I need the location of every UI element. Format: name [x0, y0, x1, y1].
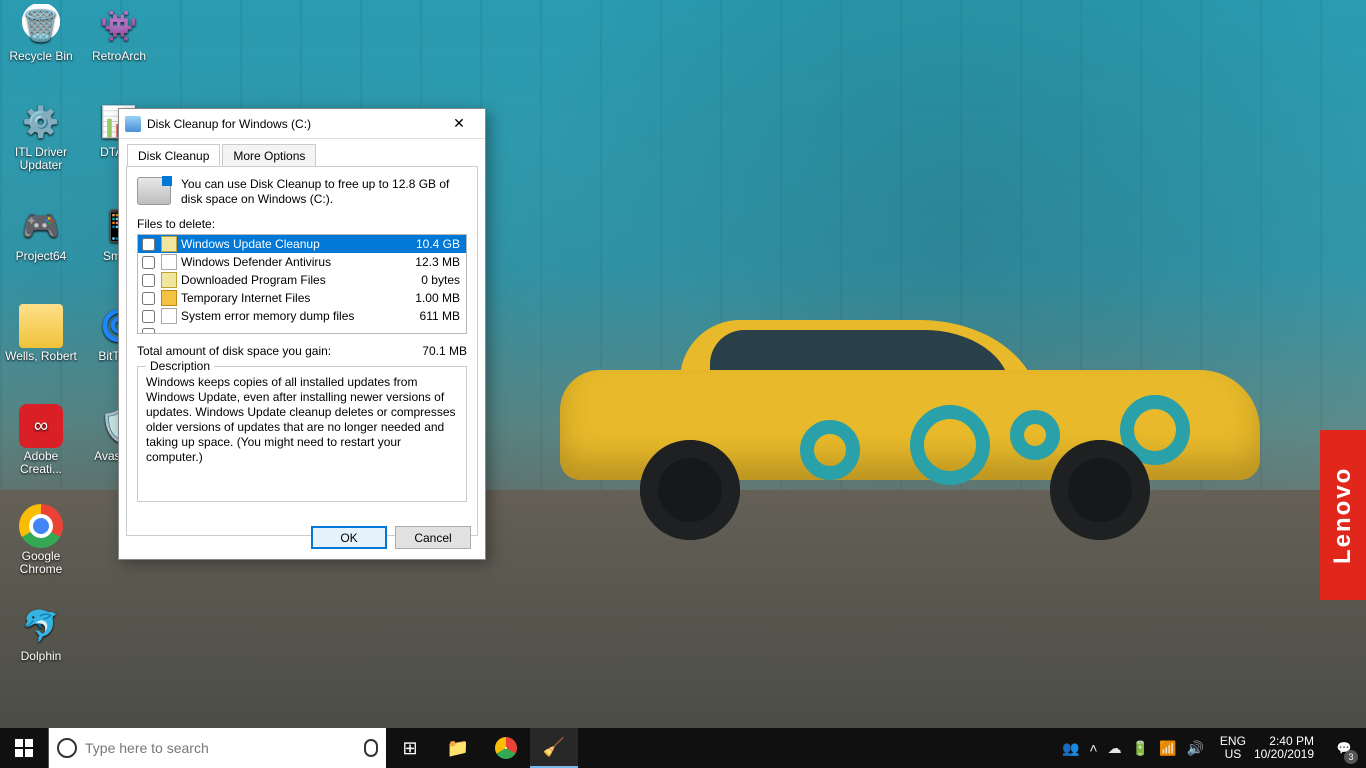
notification-count: 3	[1344, 750, 1358, 764]
volume-icon[interactable]: 🔊	[1186, 740, 1203, 757]
search-placeholder: Type here to search	[85, 740, 356, 756]
cortana-icon	[57, 738, 77, 758]
taskbar-app-file-explorer[interactable]: 📁	[434, 728, 482, 768]
drive-icon	[137, 177, 171, 205]
desktop-icon-wells-robert[interactable]: Wells, Robert	[4, 304, 78, 363]
system-tray[interactable]: 👥 ˄ ☁ 🔋 📶 🔊	[1054, 728, 1212, 768]
desktop-icon-google-chrome[interactable]: Google Chrome	[4, 504, 78, 576]
taskbar[interactable]: Type here to search ⊞ 📁 🧹 👥 ˄ ☁ 🔋 📶 🔊 EN…	[0, 728, 1366, 768]
disk-cleanup-dialog[interactable]: Disk Cleanup for Windows (C:) ✕ Disk Cle…	[118, 108, 486, 560]
tab-strip: Disk Cleanup More Options	[119, 139, 485, 166]
action-center-button[interactable]: 💬 3	[1322, 728, 1366, 768]
file-row-temporary-internet-files[interactable]: Temporary Internet Files 1.00 MB	[138, 289, 466, 307]
lock-icon	[161, 290, 177, 306]
taskbar-app-disk-cleanup[interactable]: 🧹	[530, 728, 578, 768]
file-checkbox[interactable]	[142, 274, 155, 287]
taskbar-app-chrome[interactable]	[482, 728, 530, 768]
tab-disk-cleanup[interactable]: Disk Cleanup	[127, 144, 220, 167]
description-text: Windows keeps copies of all installed up…	[146, 375, 458, 465]
total-label: Total amount of disk space you gain:	[137, 344, 331, 358]
file-row-windows-defender[interactable]: Windows Defender Antivirus 12.3 MB	[138, 253, 466, 271]
wifi-icon[interactable]: 📶	[1159, 740, 1176, 757]
desktop-icon-adobe-creative[interactable]: ∞Adobe Creati...	[4, 404, 78, 476]
total-value: 70.1 MB	[422, 344, 467, 358]
window-title: Disk Cleanup for Windows (C:)	[147, 117, 439, 131]
people-icon[interactable]: 👥	[1062, 740, 1079, 757]
windows-icon	[15, 739, 33, 757]
description-title: Description	[146, 359, 214, 373]
language-indicator[interactable]: ENG US	[1220, 735, 1246, 761]
start-button[interactable]	[0, 728, 48, 768]
cancel-button[interactable]: Cancel	[395, 526, 471, 549]
page-icon	[161, 254, 177, 270]
ok-button[interactable]: OK	[311, 526, 387, 549]
task-view-button[interactable]: ⊞	[386, 728, 434, 768]
file-checkbox[interactable]	[142, 310, 155, 323]
folder-icon	[161, 272, 177, 288]
onedrive-icon[interactable]: ☁	[1108, 740, 1122, 757]
desktop-icon-retroarch[interactable]: 👾RetroArch	[82, 4, 156, 63]
description-group: Description Windows keeps copies of all …	[137, 366, 467, 502]
folder-icon	[161, 236, 177, 252]
search-box[interactable]: Type here to search	[48, 728, 386, 768]
desktop-icon-project64[interactable]: 🎮Project64	[4, 204, 78, 263]
info-text: You can use Disk Cleanup to free up to 1…	[181, 177, 467, 207]
desktop-icon-itl-driver-updater[interactable]: ⚙️ITL Driver Updater	[4, 100, 78, 172]
clock[interactable]: 2:40 PM 10/20/2019	[1254, 735, 1314, 761]
file-row-extra[interactable]	[138, 325, 466, 333]
file-checkbox[interactable]	[142, 292, 155, 305]
file-checkbox[interactable]	[142, 256, 155, 269]
file-row-downloaded-program-files[interactable]: Downloaded Program Files 0 bytes	[138, 271, 466, 289]
page-icon	[161, 308, 177, 324]
files-listbox[interactable]: Windows Update Cleanup 10.4 GB Windows D…	[137, 234, 467, 334]
tab-more-options[interactable]: More Options	[222, 144, 316, 167]
file-checkbox[interactable]	[142, 238, 155, 251]
close-button[interactable]: ✕	[439, 110, 479, 138]
titlebar[interactable]: Disk Cleanup for Windows (C:) ✕	[119, 109, 485, 139]
battery-icon[interactable]: 🔋	[1132, 740, 1149, 757]
tray-chevron-up-icon[interactable]: ˄	[1089, 740, 1097, 756]
desktop-icon-recycle-bin[interactable]: 🗑️Recycle Bin	[4, 4, 78, 63]
files-to-delete-label: Files to delete:	[137, 217, 467, 231]
file-row-system-error-memory-dump[interactable]: System error memory dump files 611 MB	[138, 307, 466, 325]
tab-panel: You can use Disk Cleanup to free up to 1…	[126, 166, 478, 536]
desktop-icon-dolphin[interactable]: 🐬Dolphin	[4, 604, 78, 663]
file-row-windows-update-cleanup[interactable]: Windows Update Cleanup 10.4 GB	[138, 235, 466, 253]
disk-cleanup-icon	[125, 116, 141, 132]
file-checkbox[interactable]	[142, 328, 155, 334]
mic-icon[interactable]	[364, 739, 378, 757]
